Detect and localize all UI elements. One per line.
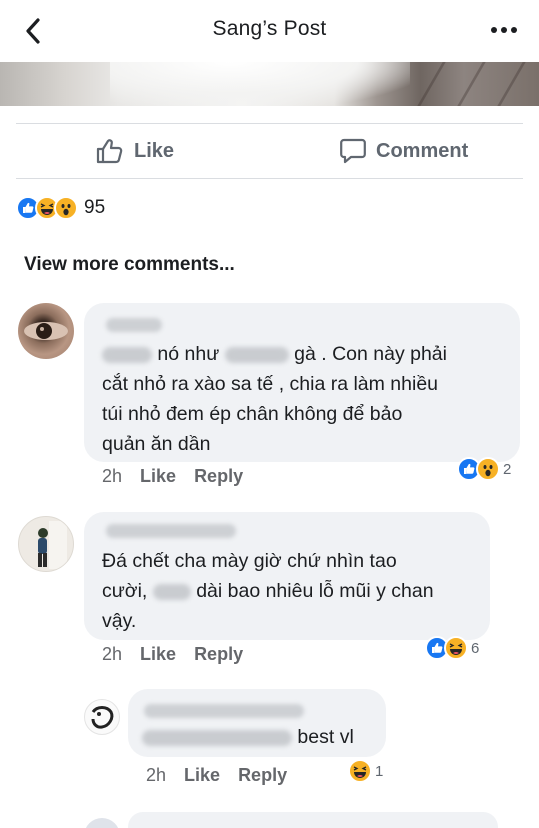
comment-time: 2h [146, 765, 167, 785]
wow-reaction-icon [54, 196, 78, 220]
speech-bubble-icon [340, 138, 366, 164]
comment-author[interactable] [106, 524, 236, 538]
comment-time: 2h [102, 466, 123, 486]
comment-text: nó như gà . Con này phải cắt nhỏ ra xào … [102, 339, 512, 459]
reaction-count: 95 [84, 197, 106, 218]
redacted-word [152, 583, 191, 600]
dot-icon [511, 27, 517, 33]
comment-author[interactable] [106, 318, 162, 332]
comment-reaction-count: 2 [503, 460, 512, 478]
top-bar: Sang’s Post [0, 0, 539, 62]
page-title: Sang’s Post [212, 17, 327, 40]
post-actions: Like Comment [0, 124, 539, 178]
comment-time: 2h [102, 644, 123, 664]
comment-reactions[interactable]: 6 [425, 636, 479, 660]
comment-line: Đá chết cha mày giờ chứ nhìn tao [102, 550, 397, 572]
comment-button[interactable]: Comment [340, 134, 468, 168]
comment-like-button[interactable]: Like [184, 765, 220, 786]
avatar[interactable] [84, 699, 120, 735]
avatar[interactable] [18, 516, 74, 572]
photo-detail [417, 62, 446, 106]
reactions-summary[interactable]: 95 [16, 194, 105, 222]
comment-text: best vl [142, 725, 382, 749]
comment-text-content: best vl [297, 726, 354, 748]
comment-label: Comment [376, 139, 469, 162]
more-options-button[interactable] [487, 18, 521, 42]
comment-bubble[interactable]: best vl [128, 689, 386, 757]
haha-reaction-icon [348, 759, 372, 783]
photo-highlight [110, 62, 410, 106]
comment-line: cười, dài bao nhiêu lỗ mũi y chan [102, 576, 482, 606]
comment-line: túi nhỏ đem ép chân không để bảo [102, 403, 403, 425]
comment-meta: 2h Like Reply [102, 466, 243, 487]
view-more-comments-link[interactable]: View more comments... [24, 254, 235, 276]
comment-line: quản ăn dần [102, 433, 211, 455]
comment-like-button[interactable]: Like [140, 466, 176, 487]
comment-bubble[interactable]: nó như gà . Con này phải cắt nhỏ ra xào … [84, 303, 520, 462]
comment-reaction-count: 1 [375, 762, 384, 780]
comment-reactions[interactable]: 1 [348, 759, 383, 783]
like-button[interactable]: Like [96, 134, 174, 168]
photo-detail [457, 62, 486, 106]
comment-reaction-count: 6 [471, 639, 480, 657]
comment-bubble[interactable]: Đá chết cha mày giờ chứ nhìn tao cười, d… [84, 512, 490, 640]
comment-text-fragment: nó như [157, 343, 220, 365]
tagged-name[interactable] [142, 729, 292, 746]
comment-like-button[interactable]: Like [140, 644, 176, 665]
comment-line: vậy. [102, 610, 137, 632]
comment-reply-button[interactable]: Reply [194, 644, 243, 665]
comment: Đá chết cha mày giờ chứ nhìn tao cười, d… [0, 508, 539, 678]
comment-bubble[interactable] [128, 812, 498, 828]
comment-reply-button[interactable]: Reply [238, 765, 287, 786]
avatar[interactable] [18, 303, 74, 359]
comment-line-text: gà . Con này phải [294, 343, 447, 365]
wow-reaction-icon [476, 457, 500, 481]
avatar[interactable] [84, 818, 120, 828]
comment-text: Đá chết cha mày giờ chứ nhìn tao cười, d… [102, 546, 482, 636]
comment: nó như gà . Con này phải cắt nhỏ ra xào … [0, 300, 539, 500]
dot-icon [501, 27, 507, 33]
dot-icon [491, 27, 497, 33]
comment-reply-button[interactable]: Reply [194, 466, 243, 487]
comment-author[interactable] [144, 704, 304, 718]
comment-reactions[interactable]: 2 [457, 457, 511, 481]
thumbs-up-icon [96, 139, 123, 164]
like-label: Like [134, 139, 175, 162]
post-photo[interactable] [0, 62, 539, 106]
redacted-word [224, 346, 289, 363]
comment-line: nó như gà . Con này phải [102, 339, 512, 369]
comment-line-text: dài bao nhiêu lỗ mũi y chan [196, 580, 434, 602]
comment-meta: 2h Like Reply [146, 765, 287, 786]
haha-reaction-icon [444, 636, 468, 660]
divider [16, 178, 523, 179]
comment-text-fragment: cười, [102, 580, 148, 602]
comment-line: cắt nhỏ ra xào sa tế , chia ra làm nhiều [102, 373, 439, 395]
redacted-word [102, 346, 152, 363]
photo-detail [497, 62, 526, 106]
reply-comment: best vl 2h Like Reply 1 [0, 685, 539, 795]
comment-meta: 2h Like Reply [102, 644, 243, 665]
